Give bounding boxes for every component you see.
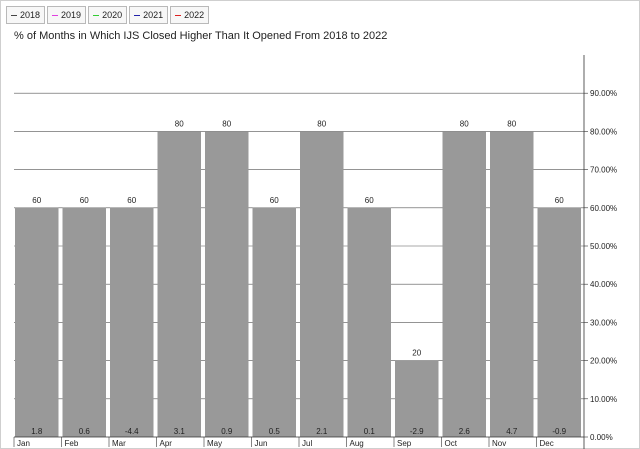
bar [157, 131, 201, 437]
bar-bottom-label: 0.1 [364, 427, 376, 436]
x-tick-label: Mar [112, 439, 126, 448]
x-tick-label: Aug [350, 439, 364, 448]
y-tick-label: 90.00% [590, 89, 617, 98]
x-tick-label: Feb [65, 439, 79, 448]
bar-bottom-label: 2.1 [316, 427, 328, 436]
bar-bottom-label: 1.8 [31, 427, 43, 436]
x-tick-label: Oct [445, 439, 458, 448]
bar-bottom-label: 2.6 [459, 427, 471, 436]
y-tick-label: 60.00% [590, 204, 617, 213]
x-tick-label: Jan [17, 439, 30, 448]
bar [395, 360, 439, 437]
bar-bottom-label: 0.5 [269, 427, 281, 436]
bar-bottom-label: -2.9 [410, 427, 424, 436]
bar-value-label: 80 [507, 119, 516, 128]
x-tick-label: May [207, 439, 222, 448]
bar-value-label: 80 [222, 119, 231, 128]
y-tick-label: 40.00% [590, 280, 617, 289]
bar-bottom-label: 4.7 [506, 427, 518, 436]
bar-value-label: 60 [127, 196, 136, 205]
y-tick-label: 70.00% [590, 166, 617, 175]
bar [300, 131, 344, 437]
bars: 60 1.8 60 0.6 60 -4.4 80 3.1 80 0.9 60 0.5 80 2.1 60 0.… [15, 119, 581, 437]
bar-value-label: 60 [365, 196, 374, 205]
x-tick-label: Jun [255, 439, 268, 448]
y-tick-label: 50.00% [590, 242, 617, 251]
y-tick-label: 20.00% [590, 357, 617, 366]
y-tick-label: 80.00% [590, 127, 617, 136]
bar-bottom-label: 0.9 [221, 427, 233, 436]
bar-value-label: 60 [80, 196, 89, 205]
bar-value-label: 60 [555, 196, 564, 205]
bar [490, 131, 534, 437]
bar [252, 207, 296, 437]
bar-bottom-label: -4.4 [125, 427, 139, 436]
x-tick-label: Apr [160, 439, 173, 448]
bar-value-label: 80 [175, 119, 184, 128]
bar [62, 207, 106, 437]
bar-value-label: 80 [460, 119, 469, 128]
bar-bottom-label: 3.1 [174, 427, 186, 436]
x-tick-label: Dec [540, 439, 554, 448]
x-tick-label: Nov [492, 439, 506, 448]
bar-value-label: 60 [32, 196, 41, 205]
x-tick-label: Jul [302, 439, 312, 448]
y-tick-label: 10.00% [590, 395, 617, 404]
y-tick-label: 0.00% [590, 433, 613, 442]
y-tick-label: 30.00% [590, 318, 617, 327]
x-tick-label: Sep [397, 439, 412, 448]
bar-value-label: 20 [412, 349, 421, 358]
bar [442, 131, 486, 437]
bar-value-label: 60 [270, 196, 279, 205]
bar [205, 131, 249, 437]
bar-bottom-label: 0.6 [79, 427, 91, 436]
bar-chart: 60 1.8 60 0.6 60 -4.4 80 3.1 80 0.9 60 0.5 80 2.1 60 0.… [13, 55, 617, 449]
bar [15, 207, 59, 437]
bar-value-label: 80 [317, 119, 326, 128]
bar-bottom-label: -0.9 [552, 427, 566, 436]
bar [347, 207, 391, 437]
bar [537, 207, 581, 437]
bar [110, 207, 154, 437]
